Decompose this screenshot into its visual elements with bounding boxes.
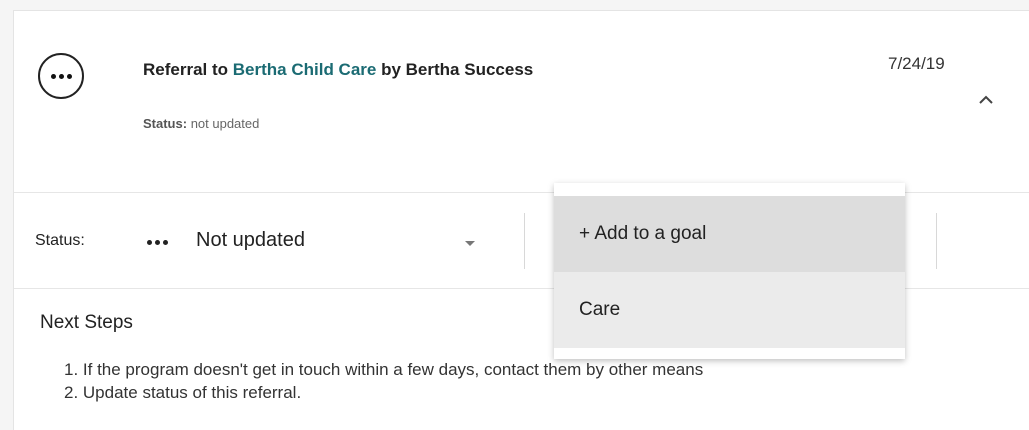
more-options-button[interactable]	[38, 53, 84, 99]
status-select-value: Not updated	[196, 229, 305, 251]
menu-item-add-to-goal[interactable]: + Add to a goal	[554, 196, 905, 272]
referral-status-line: Status: not updated	[143, 116, 259, 131]
menu-top-padding	[554, 183, 905, 196]
status-select-label: Status:	[35, 232, 85, 249]
divider	[524, 213, 525, 269]
list-item: 1. If the program doesn't get in touch w…	[64, 360, 704, 379]
caret-down-icon	[465, 241, 475, 246]
next-steps-title: Next Steps	[40, 312, 133, 333]
menu-item-care[interactable]: Care	[554, 272, 905, 348]
divider	[936, 213, 937, 269]
referral-status-value: not updated	[190, 116, 260, 131]
referral-date: 7/24/19	[888, 54, 945, 73]
more-horizontal-icon	[50, 73, 72, 79]
referral-header: Referral to Bertha Child Care by Bertha …	[14, 11, 1029, 193]
chevron-up-icon[interactable]	[975, 92, 997, 108]
next-steps-list: 1. If the program doesn't get in touch w…	[64, 358, 703, 404]
organization-link[interactable]: Bertha Child Care	[233, 60, 377, 79]
referral-title-suffix: by Bertha Success	[381, 60, 534, 79]
referral-title: Referral to Bertha Child Care by Bertha …	[143, 60, 533, 80]
referral-status-label: Status:	[143, 116, 188, 131]
referral-title-prefix: Referral to	[143, 60, 229, 79]
list-item: 2. Update status of this referral.	[64, 383, 302, 402]
dropdown-menu: + Add to a goal Care	[554, 183, 905, 359]
status-select[interactable]: Not updated	[144, 209, 484, 271]
menu-bottom-padding	[554, 348, 905, 359]
more-horizontal-icon	[147, 240, 168, 245]
